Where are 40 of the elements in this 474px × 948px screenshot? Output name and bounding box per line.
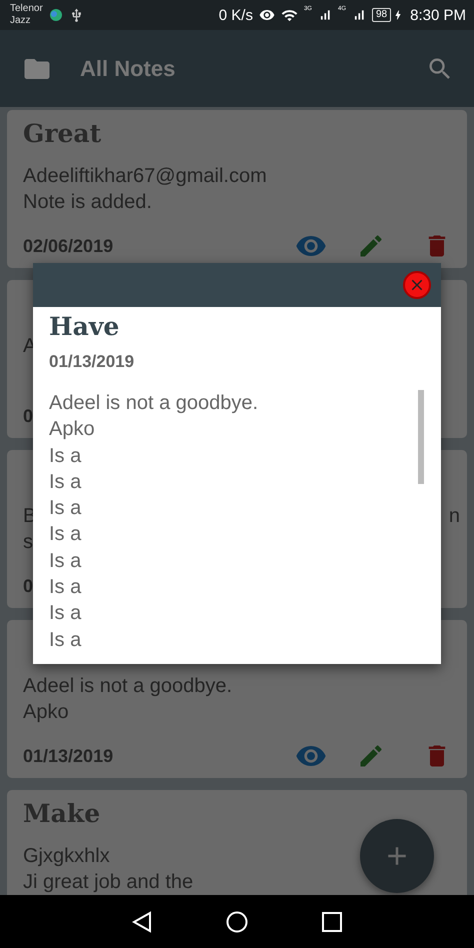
battery-level: 98 [372, 8, 392, 22]
note-line: Is a [49, 522, 82, 548]
note-title: Great [23, 118, 102, 150]
note-text: Apko [23, 700, 69, 725]
note-card[interactable]: Make Gjxgkxhlx Ji great job and the [7, 790, 467, 895]
dialog-date: 01/13/2019 [49, 352, 136, 372]
note-card[interactable]: Great Adeeliftikhar67@gmail.com Note is added. 02/06/2019 [7, 110, 467, 268]
network-speed: 0 K/s [218, 6, 253, 24]
carrier-name: Telenor Jazz [10, 3, 43, 27]
note-text: Adeel is not a goodbye. [23, 674, 232, 699]
note-date: 01/13/2019 [23, 746, 114, 766]
note-text: Adeeliftikhar67@gmail.com [23, 164, 267, 189]
scrollbar[interactable] [418, 390, 424, 484]
close-button[interactable] [403, 271, 431, 299]
note-text: Gjxgkxhlx [23, 844, 110, 869]
note-text: Note is added. [23, 190, 152, 215]
note-line: Is a [49, 575, 82, 600]
note-date: 0 [23, 576, 34, 596]
note-text: n [448, 504, 460, 529]
app-title: All Notes [80, 56, 176, 82]
note-line: Is a [49, 444, 82, 469]
note-text: Ji great job and the [23, 870, 194, 895]
home-icon[interactable] [226, 910, 248, 932]
back-icon[interactable] [132, 910, 152, 932]
note-line: Is a [49, 548, 82, 574]
signal-icon [352, 8, 366, 22]
note-line: Apko [49, 417, 96, 442]
note-line: Is a [49, 496, 82, 522]
note-line: Is a [49, 628, 82, 653]
dialog-title: Have [49, 311, 120, 343]
recents-icon[interactable] [322, 912, 342, 932]
note-line: Is a [49, 470, 82, 495]
note-text: s [23, 530, 33, 555]
note-date: 0 [23, 406, 34, 426]
globe-icon [48, 8, 63, 22]
eye-icon [258, 7, 275, 23]
note-line: Adeel is not a goodbye. [49, 391, 260, 416]
clock: 8:30 PM [410, 6, 466, 24]
note-date: 02/06/2019 [23, 236, 114, 256]
note-title: Make [23, 798, 102, 830]
